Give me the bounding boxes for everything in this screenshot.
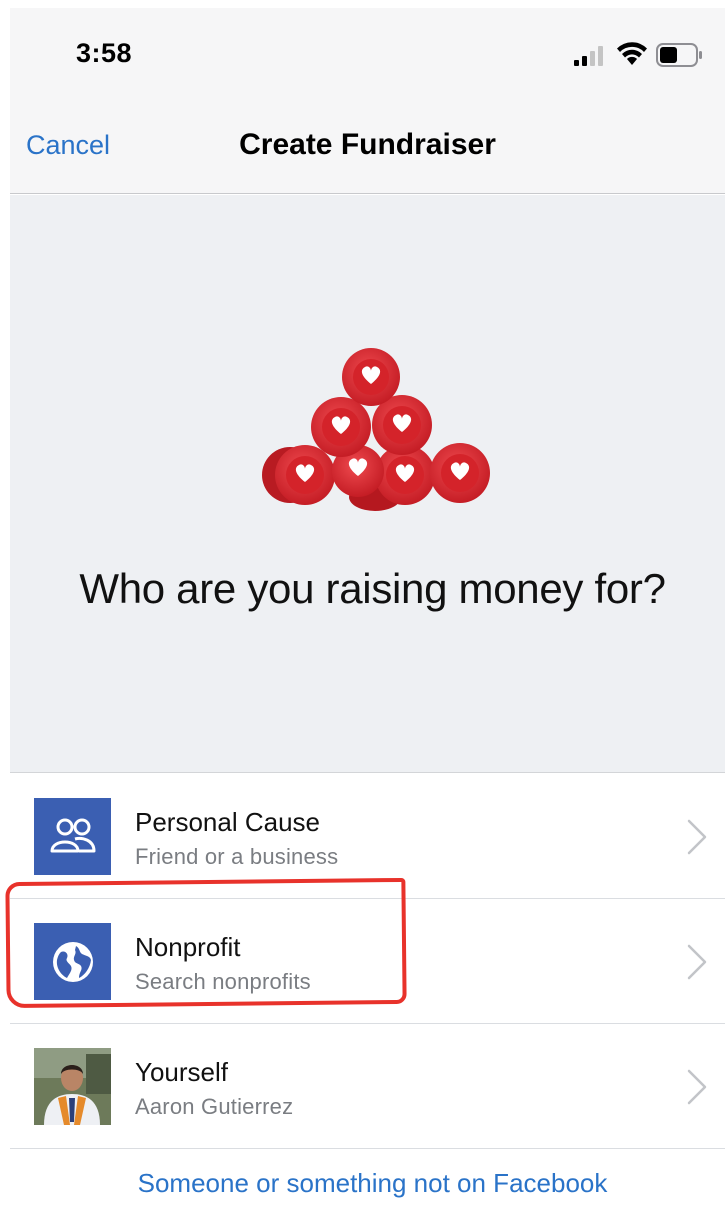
- navigation-bar: Cancel Create Fundraiser: [10, 94, 725, 194]
- option-title: Nonprofit: [135, 932, 241, 962]
- beneficiary-options-list: Personal Cause Friend or a business Nonp…: [10, 774, 725, 1149]
- not-on-facebook-link[interactable]: Someone or something not on Facebook: [10, 1168, 725, 1199]
- hero-section: Who are you raising money for?: [10, 195, 725, 773]
- status-time: 3:58: [76, 38, 133, 68]
- cellular-signal-icon: [574, 46, 603, 66]
- create-fundraiser-screen: 3:58 Cancel Create Fundraiser Who are yo…: [10, 8, 725, 1211]
- option-title: Personal Cause: [135, 807, 320, 837]
- profile-photo: [34, 1048, 111, 1125]
- option-title: Yourself: [135, 1057, 228, 1087]
- option-subtitle: Friend or a business: [135, 844, 339, 869]
- chevron-right-icon: [687, 819, 707, 855]
- chevron-right-icon: [687, 944, 707, 980]
- page-title: Create Fundraiser: [239, 128, 496, 161]
- heart-tokens-pile-icon: [262, 348, 490, 511]
- option-nonprofit[interactable]: Nonprofit Search nonprofits: [10, 899, 725, 1024]
- option-yourself[interactable]: Yourself Aaron Gutierrez: [10, 1024, 725, 1149]
- hero-question: Who are you raising money for?: [79, 565, 666, 612]
- battery-icon: [656, 43, 702, 67]
- option-subtitle: Aaron Gutierrez: [135, 1094, 294, 1119]
- people-icon: [34, 798, 111, 875]
- option-personal-cause[interactable]: Personal Cause Friend or a business: [10, 774, 725, 899]
- chevron-right-icon: [687, 1069, 707, 1105]
- status-bar: 3:58: [10, 8, 725, 94]
- option-subtitle: Search nonprofits: [135, 969, 311, 994]
- wifi-icon: [617, 42, 647, 65]
- globe-icon: [34, 923, 111, 1000]
